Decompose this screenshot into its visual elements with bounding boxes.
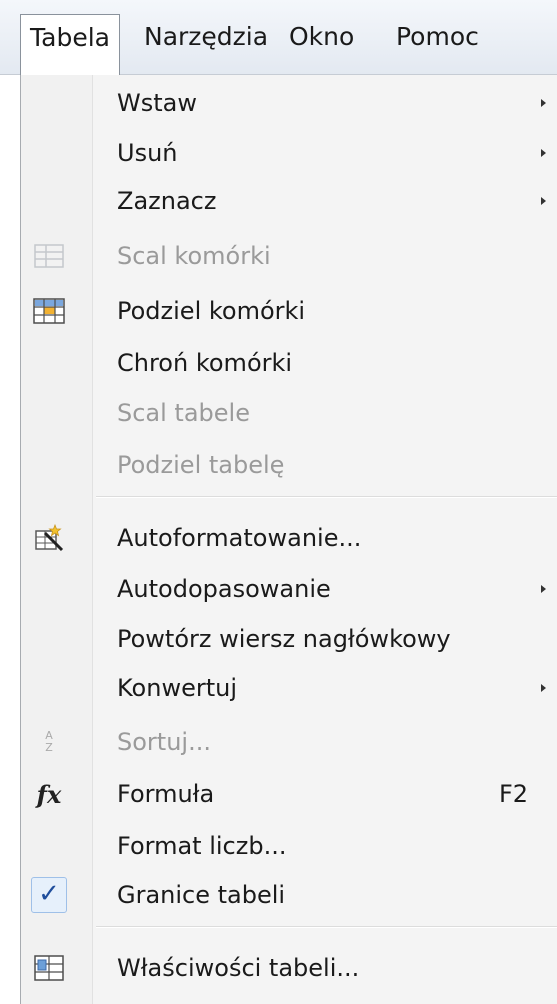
menu-item-label: Wstaw: [117, 89, 197, 117]
menu-item-label: Powtórz wiersz nagłówkowy: [117, 625, 451, 653]
menu-item-label: Formuła: [117, 780, 215, 808]
menu-separator: [96, 926, 557, 928]
menu-item-label: Podziel komórki: [117, 297, 306, 325]
menu-item-zaznacz[interactable]: Zaznacz: [21, 178, 557, 224]
menu-item-podziel-tabele[interactable]: Podziel tabelę: [21, 442, 557, 488]
sort-icon: A Z: [45, 729, 53, 754]
merge-cells-icon: [31, 238, 67, 274]
menu-item-podziel-komorki[interactable]: Podziel komórki: [21, 288, 557, 334]
menu-item-label: Granice tabeli: [117, 881, 286, 909]
menu-bar: Tabela Narzędzia Okno Pomoc: [0, 0, 557, 76]
menu-tabela[interactable]: Tabela: [20, 14, 120, 76]
submenu-arrow-icon: [541, 197, 546, 205]
menu-item-label: Format liczb...: [117, 832, 287, 860]
menu-item-label: Autoformatowanie...: [117, 524, 362, 552]
submenu-arrow-icon: [541, 585, 546, 593]
menu-item-granice-tabeli[interactable]: ✓ Granice tabeli: [21, 872, 557, 918]
menu-narzedzia[interactable]: Narzędzia: [135, 14, 277, 60]
submenu-arrow-icon: [541, 684, 546, 692]
menu-item-scal-komorki[interactable]: Scal komórki: [21, 233, 557, 279]
menu-item-wlasciwosci-tabeli[interactable]: Właściwości tabeli...: [21, 945, 557, 991]
table-dropdown-menu: Wstaw Usuń Zaznacz Scal komórki Podziel …: [20, 75, 557, 1004]
checkmark-icon: ✓: [31, 877, 67, 913]
menu-item-label: Podziel tabelę: [117, 451, 285, 479]
menu-item-label: Autodopasowanie: [117, 575, 331, 603]
menu-item-autodopasowanie[interactable]: Autodopasowanie: [21, 566, 557, 612]
menu-okno[interactable]: Okno: [280, 14, 363, 60]
menu-separator: [96, 496, 557, 498]
menu-item-powtorz-wiersz[interactable]: Powtórz wiersz nagłówkowy: [21, 616, 557, 662]
menu-item-label: Konwertuj: [117, 674, 237, 702]
menu-item-label: Scal tabele: [117, 399, 250, 427]
submenu-arrow-icon: [541, 149, 546, 157]
split-cells-icon: [31, 293, 67, 329]
menu-item-format-liczb[interactable]: Format liczb...: [21, 823, 557, 869]
menu-item-label: Usuń: [117, 139, 178, 167]
menu-pomoc[interactable]: Pomoc: [387, 14, 488, 60]
menu-item-konwertuj[interactable]: Konwertuj: [21, 665, 557, 711]
submenu-arrow-icon: [541, 99, 546, 107]
menu-item-label: Scal komórki: [117, 242, 271, 270]
menu-item-label: Chroń komórki: [117, 349, 293, 377]
menu-item-usun[interactable]: Usuń: [21, 130, 557, 176]
menu-item-label: Sortuj...: [117, 728, 211, 756]
formula-icon: fx: [36, 779, 62, 809]
table-properties-icon: [31, 950, 67, 986]
menu-item-sortuj[interactable]: A Z Sortuj...: [21, 719, 557, 765]
menu-item-label: Właściwości tabeli...: [117, 954, 360, 982]
menu-item-formula[interactable]: fx Formuła F2: [21, 771, 557, 817]
menu-item-autoformatowanie[interactable]: Autoformatowanie...: [21, 515, 557, 561]
menu-item-label: Zaznacz: [117, 187, 217, 215]
menu-item-scal-tabele[interactable]: Scal tabele: [21, 390, 557, 436]
menu-item-chron-komorki[interactable]: Chroń komórki: [21, 340, 557, 386]
shortcut-text: F2: [499, 780, 529, 808]
menu-item-wstaw[interactable]: Wstaw: [21, 80, 557, 126]
autoformat-icon: [31, 520, 67, 556]
